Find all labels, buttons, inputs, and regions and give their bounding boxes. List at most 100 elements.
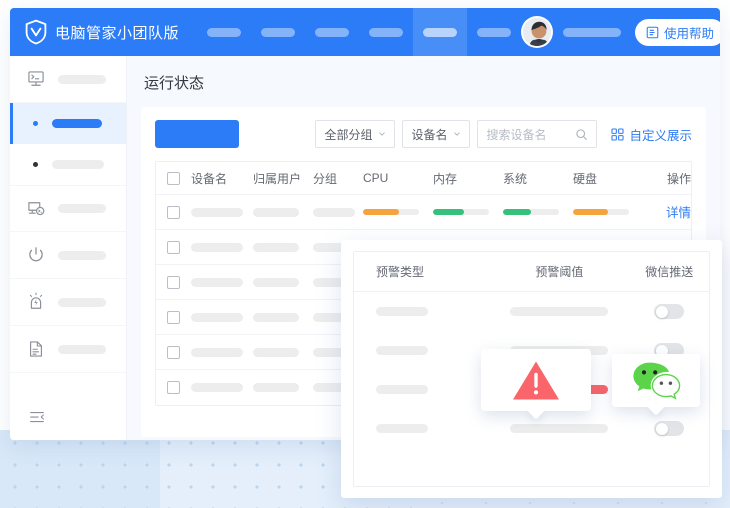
header-account-area: 使用帮助: [521, 16, 720, 48]
remote-desktop-icon: [28, 201, 45, 215]
warning-callout: [481, 349, 591, 411]
value-placeholder: [253, 312, 299, 322]
overlay-cell-alert-type: [358, 346, 485, 355]
overlay-cell-alert-type: [358, 385, 485, 394]
row-checkbox[interactable]: [167, 240, 180, 254]
sidebar-item-label-placeholder: [52, 119, 102, 128]
sidebar-item-running-status[interactable]: [10, 103, 126, 144]
value-placeholder: [253, 347, 299, 357]
grid-squares-icon: [611, 127, 625, 141]
nav-label-placeholder: [423, 27, 458, 37]
row-checkbox[interactable]: [167, 345, 180, 359]
document-icon: [30, 341, 43, 357]
value-placeholder: [253, 242, 299, 252]
sidebar-item-document[interactable]: [10, 326, 126, 373]
sidebar-item-label-placeholder: [58, 344, 106, 354]
field-filter-value: 设备名: [411, 127, 448, 142]
cell-device-name: [191, 207, 253, 217]
value-placeholder: [313, 207, 355, 217]
row-checkbox[interactable]: [167, 381, 180, 394]
avatar[interactable]: [521, 16, 554, 48]
sidebar-item-alarm[interactable]: [10, 279, 126, 326]
nav-item-5-active[interactable]: [413, 8, 468, 56]
avatar-photo: [523, 18, 552, 46]
overlay-cell-alert-type: [358, 424, 485, 433]
book-icon: [646, 26, 659, 38]
memory-usage-bar: [433, 209, 489, 215]
shield-check-icon: [25, 19, 47, 45]
help-button-label: 使用帮助: [664, 26, 715, 41]
table-row[interactable]: 详情: [156, 195, 691, 230]
alarm-siren-icon: [29, 292, 43, 309]
wechat-push-toggle[interactable]: [654, 421, 685, 436]
sidebar-item-terminal[interactable]: [10, 56, 126, 103]
page-title: 运行状态: [144, 75, 205, 92]
value-placeholder: [191, 312, 243, 322]
overlay-cell-toggle: [634, 421, 705, 436]
field-filter-select[interactable]: 设备名: [402, 120, 471, 148]
column-header-system: 系统: [503, 171, 528, 186]
chevron-down-icon: [379, 132, 386, 136]
overlay-row[interactable]: [354, 292, 709, 331]
detail-link[interactable]: 详情: [666, 206, 691, 220]
nav-item-3[interactable]: [305, 8, 359, 56]
bullet-dot-icon: [33, 162, 38, 167]
value-placeholder: [376, 424, 428, 433]
memory-usage-fill: [433, 209, 464, 215]
cell-memory: [433, 209, 503, 215]
overlay-cell-threshold: [485, 307, 634, 316]
brand-title: 电脑管家小团队版: [55, 24, 180, 42]
toolbar-filters: 全部分组 设备名 搜索设备名 自定义展示: [315, 120, 692, 148]
nav-item-4[interactable]: [359, 8, 413, 56]
cell-owner: [253, 207, 313, 217]
warning-triangle-icon: [513, 361, 559, 400]
cell-cpu: [363, 209, 433, 215]
header-nav: [197, 8, 521, 56]
value-placeholder: [253, 207, 299, 217]
primary-action-button[interactable]: [155, 120, 239, 148]
sidebar-collapse-button[interactable]: [10, 394, 126, 440]
system-usage-fill: [503, 209, 531, 215]
wechat-callout: [612, 354, 700, 407]
value-placeholder: [191, 277, 243, 287]
value-placeholder: [376, 385, 428, 394]
chevron-down-icon: [454, 132, 461, 136]
system-usage-bar: [503, 209, 559, 215]
bullet-dot-icon: [33, 121, 38, 126]
column-header-group: 分组: [313, 171, 338, 186]
cell-device-name: [191, 312, 253, 322]
value-placeholder: [253, 277, 299, 287]
row-checkbox[interactable]: [167, 205, 180, 219]
value-placeholder: [510, 307, 609, 316]
disk-usage-bar: [573, 209, 629, 215]
disk-usage-fill: [573, 209, 608, 215]
value-placeholder: [191, 242, 243, 252]
search-placeholder: 搜索设备名: [486, 127, 547, 142]
collapse-menu-icon: [30, 411, 44, 423]
value-placeholder: [253, 383, 299, 392]
row-checkbox[interactable]: [167, 275, 180, 289]
sidebar-item-power[interactable]: [10, 232, 126, 279]
overlay-header-row: 预警类型 预警阈值 微信推送: [354, 252, 709, 292]
sidebar-item-remote-desktop[interactable]: [10, 185, 126, 232]
custom-display-button[interactable]: 自定义展示: [611, 125, 692, 144]
cell-disk: [573, 209, 645, 215]
nav-item-1[interactable]: [197, 8, 251, 56]
wechat-push-toggle[interactable]: [654, 304, 685, 319]
cell-group: [313, 207, 363, 217]
search-input[interactable]: 搜索设备名: [477, 120, 598, 148]
sidebar-item-label-placeholder: [58, 250, 106, 260]
top-header-bar: 电脑管家小团队版 使用帮助: [10, 8, 720, 56]
row-checkbox[interactable]: [167, 310, 180, 324]
overlay-cell-toggle: [634, 304, 705, 319]
cell-owner: [253, 242, 313, 252]
column-header-cpu: CPU: [363, 171, 389, 185]
cell-system: [503, 209, 573, 215]
help-button[interactable]: 使用帮助: [635, 18, 720, 46]
sidebar-item-sub-2[interactable]: [10, 144, 126, 185]
group-filter-select[interactable]: 全部分组: [315, 120, 396, 148]
value-placeholder: [510, 424, 609, 433]
select-all-checkbox[interactable]: [167, 171, 180, 185]
nav-item-6[interactable]: [467, 8, 521, 56]
nav-item-2[interactable]: [251, 8, 305, 56]
